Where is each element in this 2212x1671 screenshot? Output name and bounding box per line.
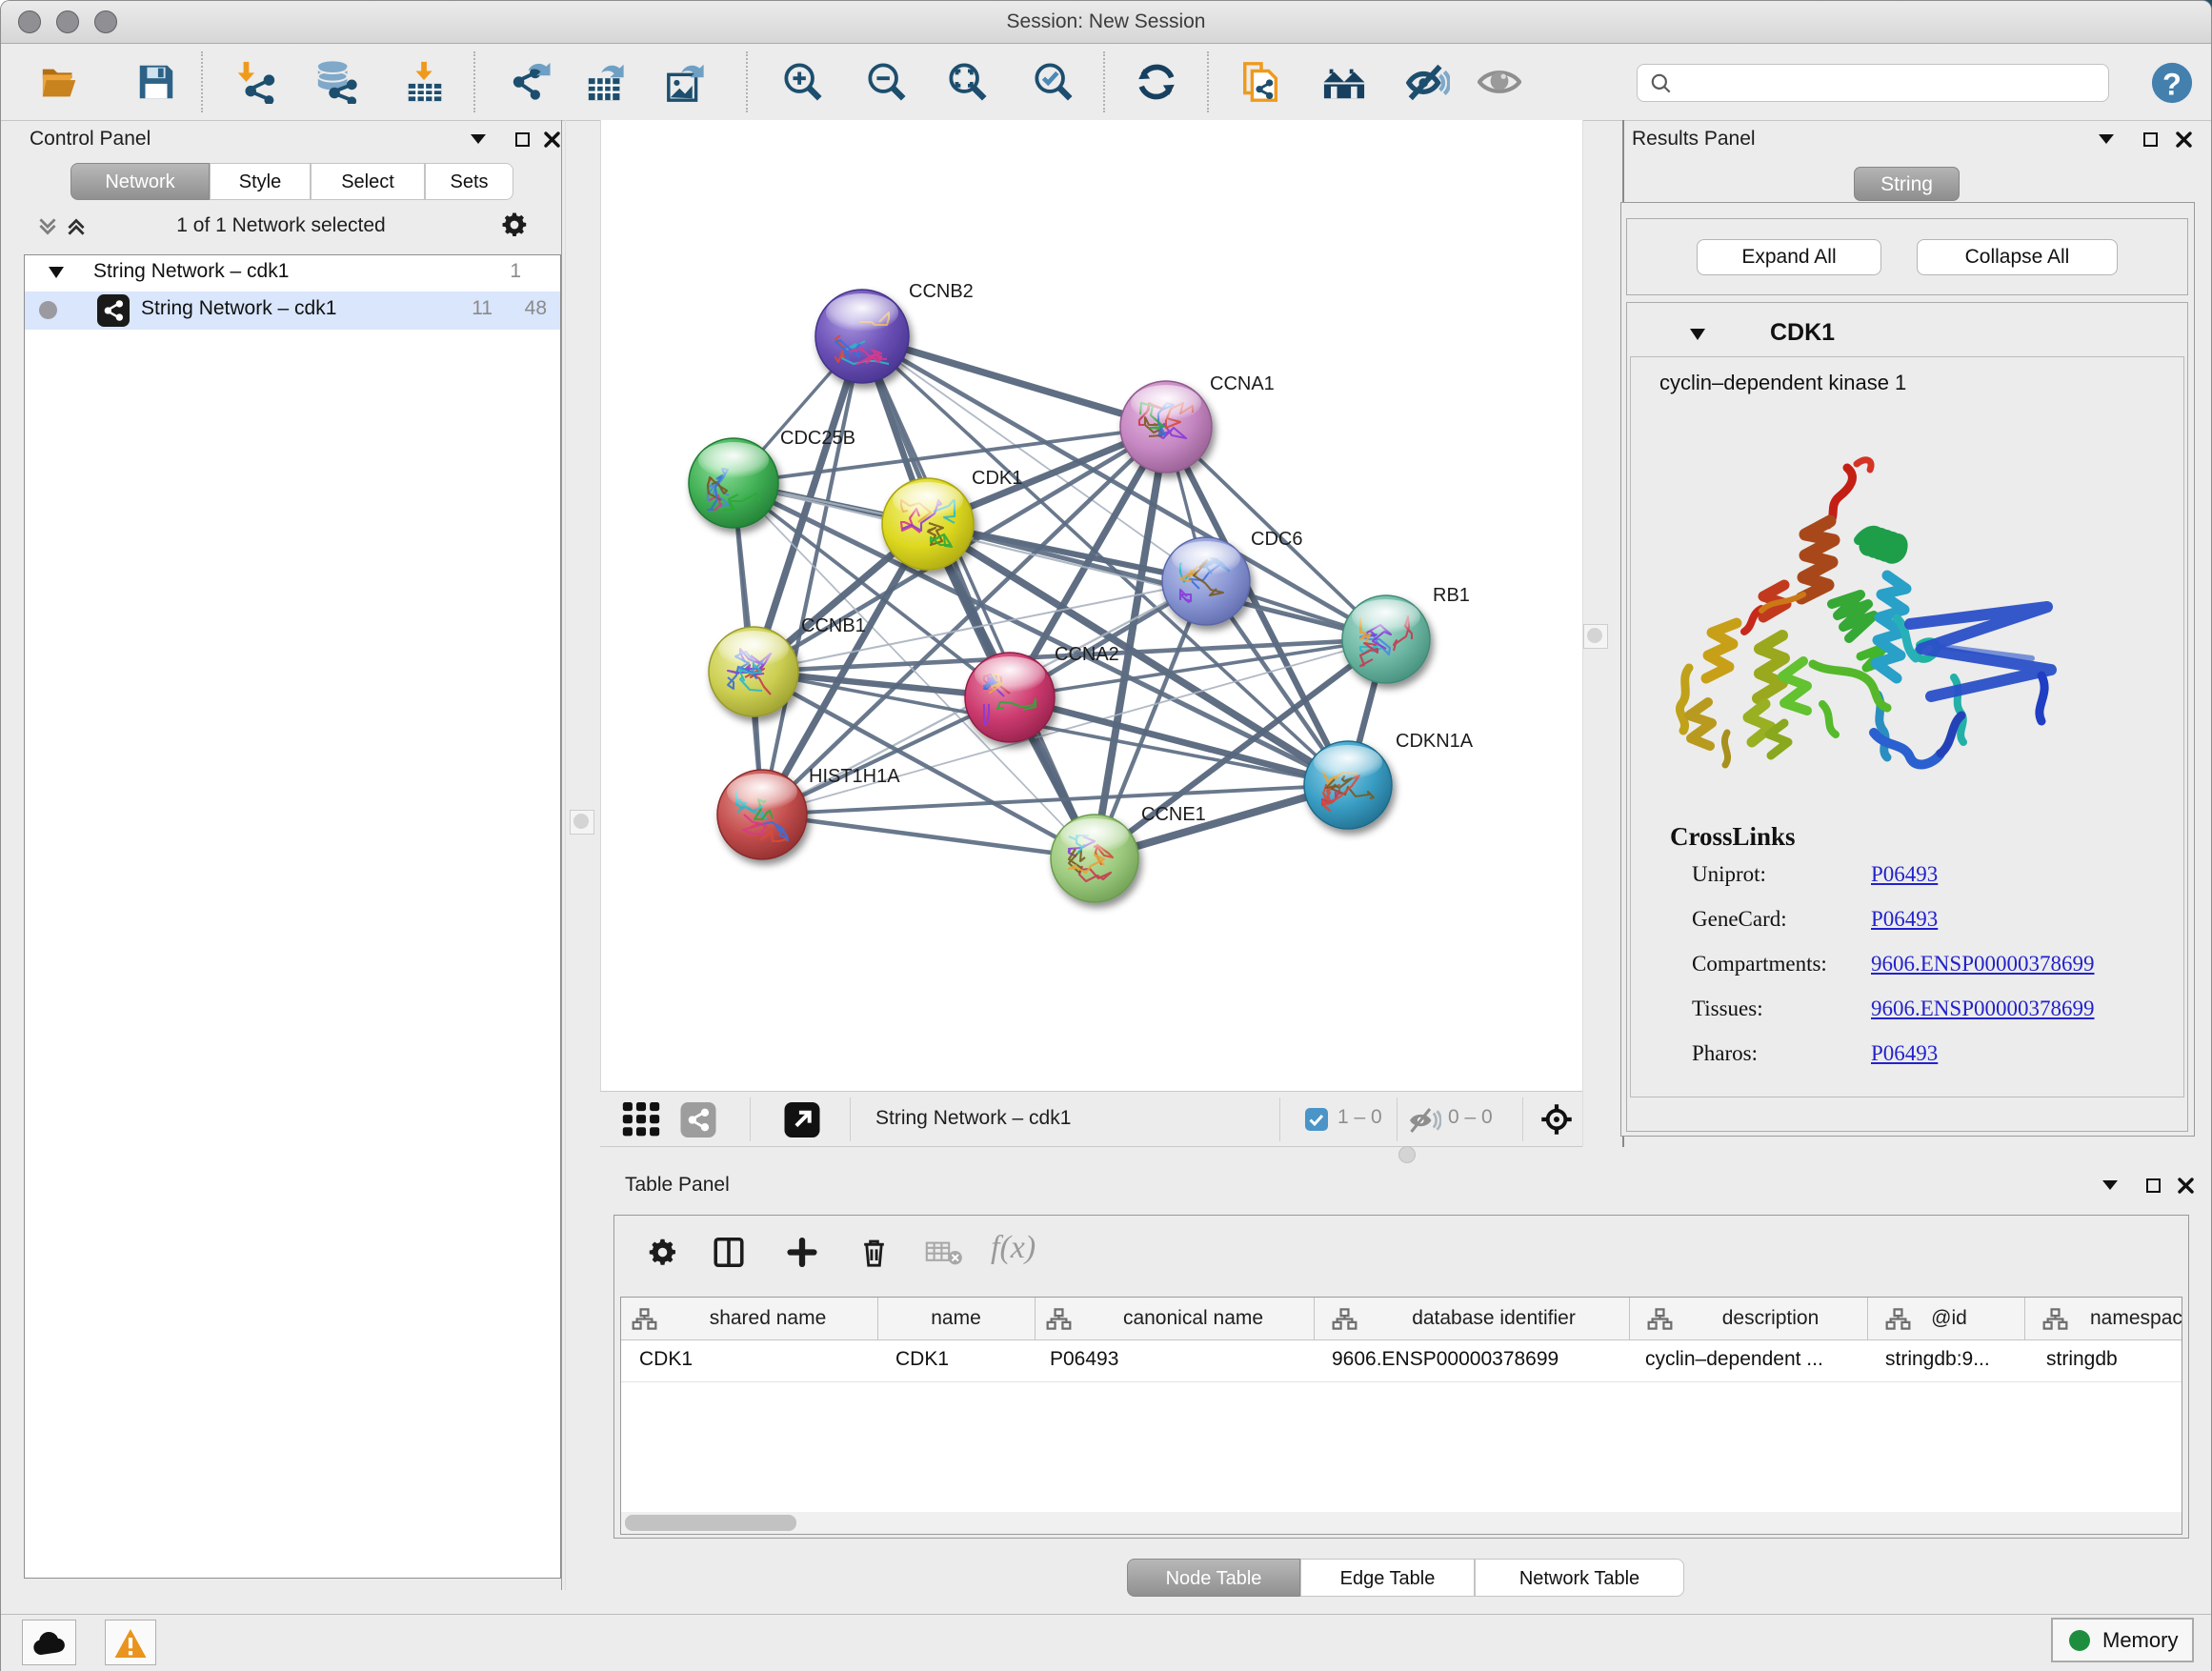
svg-text:CCNB1: CCNB1	[801, 615, 866, 636]
svg-text:CCNB2: CCNB2	[909, 281, 974, 302]
svg-text:?: ?	[2162, 67, 2182, 101]
svg-text:HIST1H1A: HIST1H1A	[809, 766, 900, 787]
svg-text:CCNA1: CCNA1	[1210, 373, 1275, 394]
svg-text:CCNA2: CCNA2	[1055, 644, 1119, 665]
svg-text:CDC6: CDC6	[1251, 529, 1302, 550]
svg-text:CCNE1: CCNE1	[1141, 804, 1206, 825]
svg-text:CDC25B: CDC25B	[780, 428, 855, 449]
svg-text:RB1: RB1	[1433, 585, 1470, 606]
svg-text:CDKN1A: CDKN1A	[1396, 731, 1474, 752]
svg-text:CDK1: CDK1	[972, 468, 1022, 489]
